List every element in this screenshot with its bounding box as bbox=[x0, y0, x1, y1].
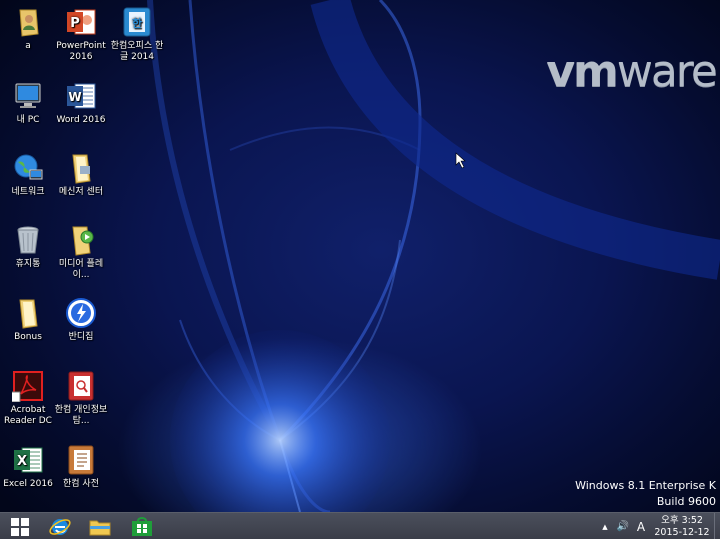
internet-explorer-button[interactable] bbox=[40, 513, 80, 539]
recycle-bin-icon bbox=[17, 226, 39, 254]
clock-date: 2015-12-12 bbox=[654, 526, 710, 538]
media-player-folder-icon bbox=[72, 226, 94, 256]
desktop-icon-hangul-2014[interactable]: 한 한컴오피스 한글 2014 bbox=[109, 6, 165, 63]
file-explorer-icon bbox=[89, 520, 111, 535]
store-button[interactable] bbox=[122, 513, 162, 539]
computer-icon bbox=[15, 83, 41, 108]
show-hidden-icons-button[interactable]: ▲ bbox=[598, 523, 612, 531]
hangul-2014-icon: 한 bbox=[123, 7, 151, 37]
desktop-icon-hancom-dictionary[interactable]: 한컴 사전 bbox=[53, 444, 109, 490]
desktop-icon-this-pc[interactable]: 내 PC bbox=[0, 80, 56, 126]
desktop-icon-recycle-bin[interactable]: 휴지통 bbox=[0, 224, 56, 270]
svg-text:W: W bbox=[68, 90, 81, 104]
desktop-icon-messenger-center[interactable]: 메신저 센터 bbox=[53, 152, 109, 198]
os-name: Windows 8.1 Enterprise K bbox=[575, 479, 716, 492]
desktop-icon-network[interactable]: 네트워크 bbox=[0, 152, 56, 198]
svg-text:P: P bbox=[70, 16, 80, 31]
store-icon bbox=[132, 516, 152, 536]
desktop-icon-acrobat-reader[interactable]: Acrobat Reader DC bbox=[0, 370, 56, 427]
folder-icon bbox=[72, 154, 91, 184]
windows-logo-icon bbox=[11, 517, 29, 536]
desktop-icon-excel-2016[interactable]: X Excel 2016 bbox=[0, 444, 56, 490]
hancom-privacy-icon bbox=[68, 371, 94, 401]
desktop-icon-media-player[interactable]: 미디어 플레이... bbox=[53, 224, 109, 281]
desktop-icon-user-folder[interactable]: a bbox=[0, 6, 56, 52]
clock-time: 오후 3:52 bbox=[661, 514, 703, 526]
hancom-dictionary-icon bbox=[68, 445, 94, 475]
svg-text:한: 한 bbox=[132, 16, 142, 30]
vmware-logo: vmware bbox=[546, 46, 718, 97]
os-build: Build 9600 bbox=[656, 495, 716, 508]
svg-text:X: X bbox=[17, 454, 27, 469]
ime-mode-indicator[interactable]: A bbox=[634, 520, 648, 534]
desktop-icon-hancom-privacy[interactable]: 한컴 개인정보탐... bbox=[53, 370, 109, 427]
acrobat-reader-icon bbox=[12, 371, 43, 402]
bandizip-icon bbox=[66, 298, 96, 328]
clock[interactable]: 오후 3:52 2015-12-12 bbox=[652, 515, 712, 539]
volume-icon[interactable]: 🔊 bbox=[616, 521, 630, 532]
start-button[interactable] bbox=[0, 513, 40, 539]
network-globe-icon bbox=[14, 154, 43, 180]
powerpoint-icon: P bbox=[67, 9, 96, 35]
internet-explorer-icon bbox=[49, 518, 71, 535]
shortcut-arrow-icon bbox=[12, 391, 21, 402]
desktop-icon-word-2016[interactable]: W Word 2016 bbox=[53, 80, 109, 126]
taskbar: ▲ 🔊 A 오후 3:52 2015-12-12 bbox=[0, 512, 720, 539]
desktop-icon-bandizip[interactable]: 반디집 bbox=[53, 297, 109, 343]
excel-icon: X bbox=[14, 447, 43, 473]
windows-edition-watermark: Windows 8.1 Enterprise K Build 9600 bbox=[575, 478, 716, 510]
folder-icon bbox=[19, 299, 38, 329]
desktop-icon-powerpoint-2016[interactable]: P PowerPoint 2016 bbox=[53, 6, 109, 63]
system-tray: ▲ 🔊 A 오후 3:52 2015-12-12 bbox=[598, 513, 720, 539]
file-explorer-button[interactable] bbox=[80, 513, 120, 539]
word-icon: W bbox=[67, 83, 96, 109]
show-desktop-button[interactable] bbox=[714, 513, 720, 539]
desktop-icon-bonus-folder[interactable]: Bonus bbox=[0, 297, 56, 343]
user-folder-icon bbox=[19, 9, 39, 37]
